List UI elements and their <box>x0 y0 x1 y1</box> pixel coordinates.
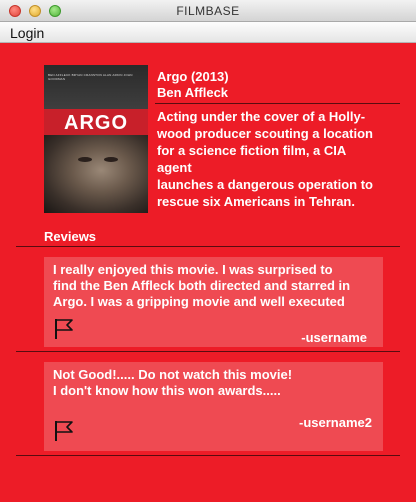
description-line: for a science fiction film, a CIA agent <box>157 143 346 175</box>
poster-eye-right <box>104 157 118 162</box>
review-username: -username2 <box>299 415 372 430</box>
description-line: Acting under the cover of a Holly- <box>157 109 366 124</box>
movie-poster: BEN AFFLECK BRYAN CRANSTON ALAN ARKIN JO… <box>44 65 148 213</box>
review-line: I really enjoyed this movie. I was surpr… <box>53 262 333 277</box>
poster-eye-left <box>78 157 92 162</box>
title-bar: FILMBASE <box>0 0 416 22</box>
review-text: I really enjoyed this movie. I was surpr… <box>53 262 350 310</box>
login-menu-item[interactable]: Login <box>10 25 44 41</box>
info-divider <box>155 103 400 104</box>
poster-face <box>44 135 148 213</box>
flag-icon[interactable] <box>53 318 75 340</box>
movie-director: Ben Affleck <box>157 85 229 100</box>
poster-title: ARGO <box>64 112 128 134</box>
description-line: wood producer scouting a location <box>157 126 373 141</box>
review-line: I don't know how this won awards..... <box>53 383 281 398</box>
window-title: FILMBASE <box>176 4 240 18</box>
review-card: I really enjoyed this movie. I was surpr… <box>44 257 383 347</box>
review-line: find the Ben Affleck both directed and s… <box>53 278 351 293</box>
review-line: Argo. I was a gripping movie and well ex… <box>53 294 345 309</box>
reviews-divider <box>16 246 400 247</box>
review-username: -username <box>301 330 367 345</box>
reviews-heading: Reviews <box>44 229 97 244</box>
description-line: launches a dangerous operation to <box>157 177 373 192</box>
app-window: FILMBASE Login BEN AFFLECK BRYAN CRANSTO… <box>0 0 416 502</box>
review-divider <box>16 455 400 456</box>
menu-bar: Login <box>0 22 416 43</box>
review-divider <box>16 351 400 352</box>
movie-description: Acting under the cover of a Holly- wood … <box>157 108 379 210</box>
review-line: Not Good!..... Do not watch this movie! <box>53 367 293 382</box>
review-card: Not Good!..... Do not watch this movie! … <box>44 362 383 451</box>
flag-icon[interactable] <box>53 420 75 442</box>
poster-credits: BEN AFFLECK BRYAN CRANSTON ALAN ARKIN JO… <box>48 73 133 81</box>
review-text: Not Good!..... Do not watch this movie! … <box>53 367 292 399</box>
description-line: rescue six Americans in Tehran. <box>157 194 355 209</box>
movie-title: Argo (2013) <box>157 69 229 84</box>
